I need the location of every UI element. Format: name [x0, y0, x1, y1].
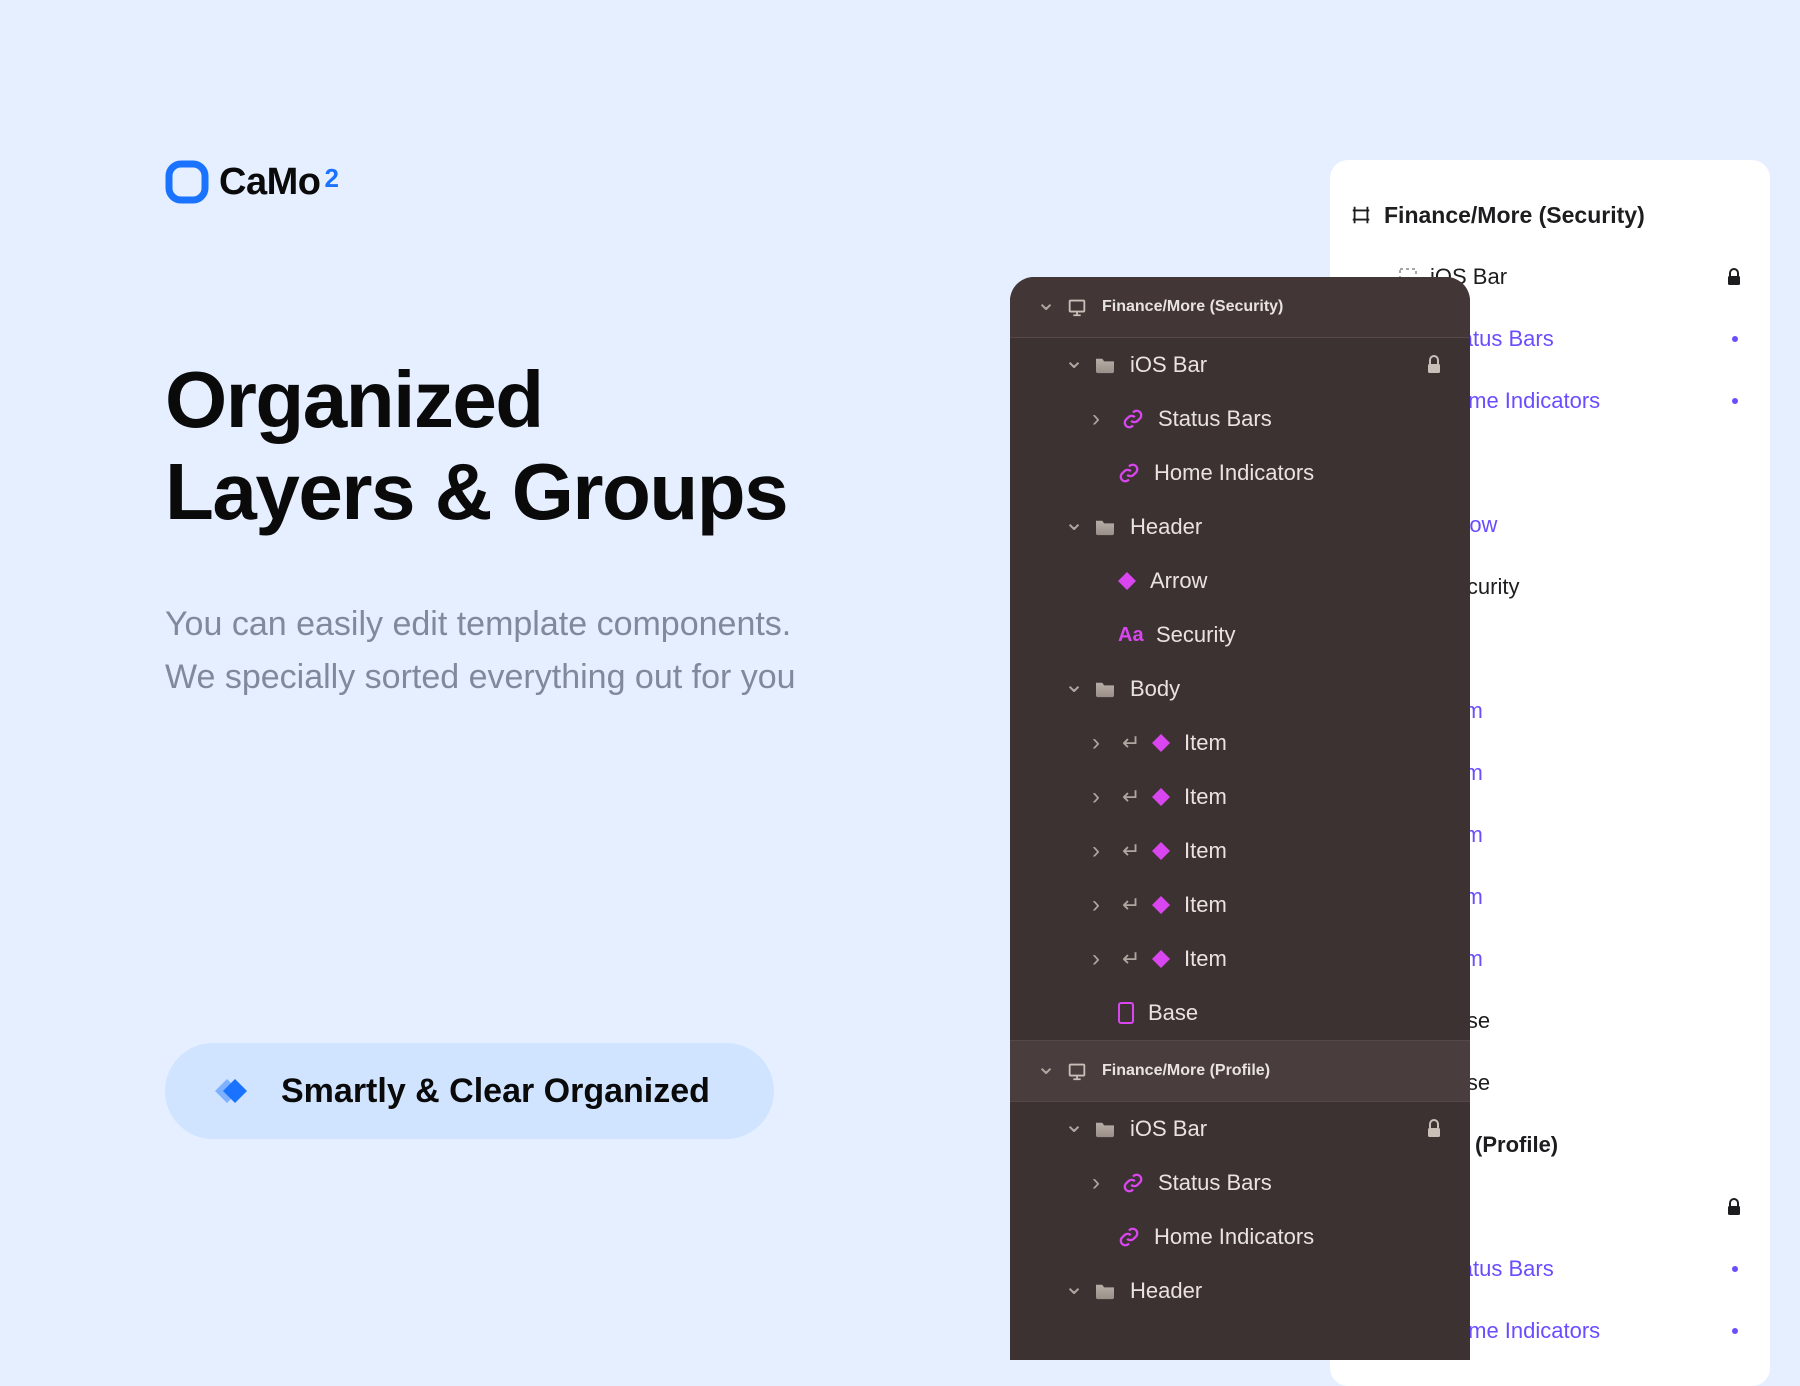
artboard-header[interactable]: Finance/More (Security): [1010, 277, 1470, 338]
layer-label: Item: [1184, 946, 1227, 972]
layer-label: Security: [1156, 622, 1235, 648]
folder-icon: [1094, 1120, 1116, 1138]
lock-icon: [1426, 1119, 1442, 1139]
folder-icon: [1094, 680, 1116, 698]
layer-row[interactable]: Status Bars: [1010, 1156, 1470, 1210]
enter-icon: ↵: [1122, 784, 1138, 810]
layer-row[interactable]: Status Bars: [1010, 392, 1470, 446]
layer-row[interactable]: iOS Bar: [1010, 338, 1470, 392]
layer-row[interactable]: Aa Security: [1010, 608, 1470, 662]
chevron-down-icon[interactable]: [1064, 676, 1080, 702]
status-dot: [1732, 1266, 1738, 1272]
page-headline: OrganizedLayers & Groups: [165, 354, 796, 538]
layer-label: Home Indicators: [1154, 1224, 1314, 1250]
main-content: CaMo2 OrganizedLayers & Groups You can e…: [165, 160, 796, 1139]
lock-icon: [1426, 355, 1442, 375]
feature-pill: Smartly & Clear Organized: [165, 1043, 774, 1139]
layer-row[interactable]: ↵ Item: [1010, 878, 1470, 932]
chevron-down-icon[interactable]: [1064, 1116, 1080, 1142]
enter-icon: ↵: [1122, 892, 1138, 918]
rectangle-icon: [1118, 1002, 1134, 1024]
enter-icon: ↵: [1122, 730, 1138, 756]
enter-icon: ↵: [1122, 946, 1138, 972]
layer-row[interactable]: Home Indicators: [1010, 1210, 1470, 1264]
layer-label: Body: [1130, 676, 1180, 702]
logo-icon: [165, 160, 209, 204]
symbol-diamond-icon: [1152, 950, 1170, 968]
layer-label: iOS Bar: [1130, 352, 1207, 378]
layer-label: Status Bars: [1158, 1170, 1272, 1196]
layer-label: Item: [1184, 838, 1227, 864]
chevron-right-icon[interactable]: [1092, 892, 1108, 918]
symbol-link-icon: [1118, 1226, 1140, 1248]
layer-row[interactable]: ↵ Item: [1010, 770, 1470, 824]
symbol-diamond-icon: [1118, 572, 1136, 590]
layer-label: Header: [1130, 514, 1202, 540]
symbol-diamond-icon: [1152, 896, 1170, 914]
chevron-right-icon[interactable]: [1092, 730, 1108, 756]
status-dot: [1732, 1328, 1738, 1334]
lock-icon: [1726, 268, 1742, 286]
status-dot: [1732, 336, 1738, 342]
symbol-diamond-icon: [1152, 842, 1170, 860]
symbol-link-icon: [1118, 462, 1140, 484]
chevron-down-icon[interactable]: [1064, 1278, 1080, 1304]
chevron-down-icon[interactable]: [1064, 514, 1080, 540]
lock-icon: [1726, 1198, 1742, 1216]
chevron-right-icon[interactable]: [1092, 1170, 1108, 1196]
layer-label: Arrow: [1150, 568, 1207, 594]
artboard-header[interactable]: Finance/More (Profile): [1010, 1040, 1470, 1102]
layer-row[interactable]: Base: [1010, 986, 1470, 1040]
layer-row[interactable]: Header: [1010, 500, 1470, 554]
symbol-link-icon: [1122, 1172, 1144, 1194]
layer-row[interactable]: iOS Bar: [1010, 1102, 1470, 1156]
symbol-diamond-icon: [1152, 788, 1170, 806]
brand-logo: CaMo2: [165, 160, 796, 204]
chevron-down-icon[interactable]: [1064, 352, 1080, 378]
layer-row[interactable]: ↵ Item: [1010, 824, 1470, 878]
chevron-right-icon[interactable]: [1092, 946, 1108, 972]
text-icon: Aa: [1118, 624, 1142, 647]
logo-wordmark: CaMo2: [219, 161, 339, 204]
layer-row[interactable]: Arrow: [1010, 554, 1470, 608]
frame-icon: [1350, 204, 1372, 226]
artboard-icon: [1066, 1060, 1088, 1082]
dark-layers-panel: Finance/More (Security) iOS Bar Status B…: [1010, 277, 1470, 1360]
chevron-down-icon[interactable]: [1036, 295, 1052, 319]
status-dot: [1732, 398, 1738, 404]
layer-row[interactable]: Header: [1010, 1264, 1470, 1318]
chevron-down-icon[interactable]: [1036, 1059, 1052, 1083]
page-subtitle: You can easily edit template components.…: [165, 598, 796, 703]
chevron-right-icon[interactable]: [1092, 838, 1108, 864]
enter-icon: ↵: [1122, 838, 1138, 864]
light-panel-title-row[interactable]: Finance/More (Security): [1350, 184, 1750, 246]
layer-label: Item: [1184, 892, 1227, 918]
artboard-title: Finance/More (Security): [1102, 298, 1283, 316]
layer-label: Item: [1184, 784, 1227, 810]
layer-label: Home Indicators: [1154, 460, 1314, 486]
layer-row[interactable]: ↵ Item: [1010, 932, 1470, 986]
pill-label: Smartly & Clear Organized: [281, 1072, 710, 1111]
layer-row[interactable]: ↵ Item: [1010, 716, 1470, 770]
layer-label: Base: [1148, 1000, 1198, 1026]
diamond-pair-icon: [213, 1071, 253, 1111]
light-panel-title: Finance/More (Security): [1384, 202, 1645, 229]
layer-label: Header: [1130, 1278, 1202, 1304]
symbol-diamond-icon: [1152, 734, 1170, 752]
chevron-right-icon[interactable]: [1092, 406, 1108, 432]
layer-row[interactable]: Home Indicators: [1010, 446, 1470, 500]
folder-icon: [1094, 356, 1116, 374]
layer-row[interactable]: Body: [1010, 662, 1470, 716]
artboard-title: Finance/More (Profile): [1102, 1062, 1270, 1080]
layer-label: iOS Bar: [1130, 1116, 1207, 1142]
artboard-icon: [1066, 296, 1088, 318]
folder-icon: [1094, 1282, 1116, 1300]
symbol-link-icon: [1122, 408, 1144, 430]
layer-label: Item: [1184, 730, 1227, 756]
folder-icon: [1094, 518, 1116, 536]
chevron-right-icon[interactable]: [1092, 784, 1108, 810]
layer-label: Status Bars: [1158, 406, 1272, 432]
